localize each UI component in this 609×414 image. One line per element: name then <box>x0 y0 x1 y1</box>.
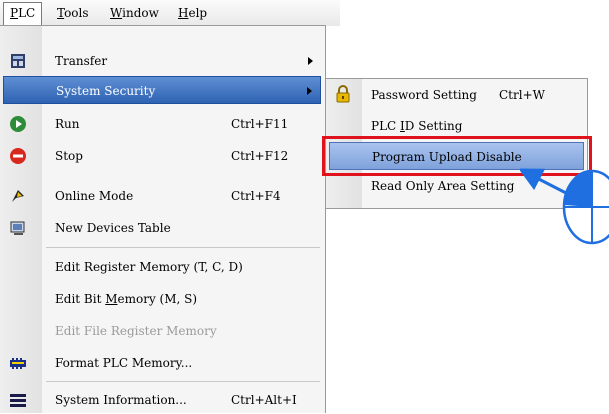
menu-item-transfer[interactable]: Transfer <box>3 47 321 75</box>
menu-item-system-information[interactable]: System Information... Ctrl+Alt+I <box>3 386 321 414</box>
menu-bar: PLC Tools Window Help <box>0 0 340 27</box>
plc-dropdown-menu: Transfer System Security Run Ctrl+F11 St… <box>0 25 326 413</box>
menu-item-label: Edit Bit Memory (M, S) <box>55 292 198 306</box>
menu-window[interactable]: Window <box>104 3 165 23</box>
online-mode-icon <box>12 190 24 202</box>
menu-tools[interactable]: Tools <box>51 3 95 23</box>
menu-help[interactable]: Help <box>172 3 213 23</box>
devices-table-icon <box>10 221 25 235</box>
menu-item-label: System Information... <box>55 393 187 407</box>
submenu-item-label: Read Only Area Setting <box>371 179 515 193</box>
menu-item-shortcut: Ctrl+F11 <box>231 117 289 131</box>
menu-item-label: Edit Register Memory (T, C, D) <box>55 260 243 274</box>
submenu-arrow-icon <box>308 57 313 65</box>
menu-item-shortcut: Ctrl+F4 <box>231 189 281 203</box>
menu-item-label: Transfer <box>55 54 108 68</box>
menu-item-stop[interactable]: Stop Ctrl+F12 <box>3 142 321 170</box>
menu-item-format-plc-memory[interactable]: Format PLC Memory... <box>3 349 321 377</box>
menu-item-label: New Devices Table <box>55 221 171 235</box>
menu-item-new-devices-table[interactable]: New Devices Table <box>3 214 321 242</box>
menu-item-label: Edit File Register Memory <box>55 324 217 338</box>
menu-item-run[interactable]: Run Ctrl+F11 <box>3 110 321 138</box>
menu-separator <box>46 381 320 382</box>
menu-item-label: Online Mode <box>55 189 134 203</box>
menu-item-shortcut: Ctrl+F12 <box>231 149 289 163</box>
transfer-icon <box>11 54 25 68</box>
submenu-item-password-setting[interactable]: Password Setting Ctrl+W <box>329 81 584 109</box>
submenu-item-shortcut: Ctrl+W <box>499 88 545 102</box>
menu-item-online-mode[interactable]: Online Mode Ctrl+F4 <box>3 182 321 210</box>
menu-item-edit-file-register-memory: Edit File Register Memory <box>3 317 321 345</box>
mouse-pointer-icon <box>520 168 609 245</box>
run-icon <box>10 116 26 132</box>
menu-item-label: System Security <box>56 84 156 98</box>
menu-item-system-security[interactable]: System Security <box>3 76 321 104</box>
menu-item-edit-register-memory[interactable]: Edit Register Memory (T, C, D) <box>3 253 321 281</box>
lock-icon <box>336 85 350 103</box>
system-information-icon <box>10 394 26 407</box>
menu-item-edit-bit-memory[interactable]: Edit Bit Memory (M, S) <box>3 285 321 313</box>
menu-item-label: Run <box>55 117 80 131</box>
menu-item-shortcut: Ctrl+Alt+I <box>231 393 297 407</box>
menu-item-label: Format PLC Memory... <box>55 356 193 370</box>
submenu-item-label: Password Setting <box>371 88 477 102</box>
submenu-arrow-icon <box>307 87 312 95</box>
menu-separator <box>46 247 320 248</box>
stop-icon <box>10 148 26 164</box>
menu-item-label: Stop <box>55 149 83 163</box>
format-memory-icon <box>10 358 26 369</box>
menu-plc[interactable]: PLC <box>3 2 43 27</box>
